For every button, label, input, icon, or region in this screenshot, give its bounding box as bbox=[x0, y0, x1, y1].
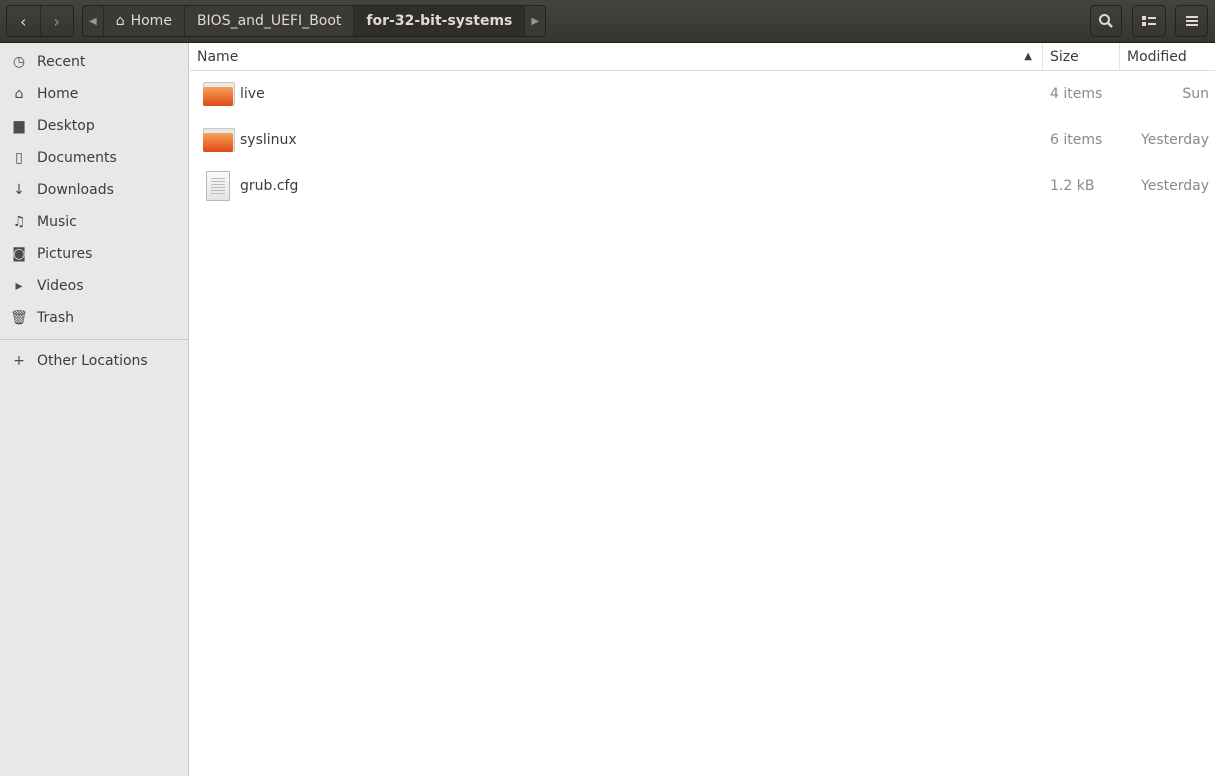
folder-icon: ▆ bbox=[13, 118, 25, 134]
document-icon: ▯ bbox=[15, 150, 23, 166]
search-icon bbox=[1099, 14, 1113, 28]
sidebar-item-desktop[interactable]: ▆ Desktop bbox=[0, 110, 188, 142]
column-name[interactable]: Name ▲ bbox=[190, 43, 1043, 70]
home-icon: ⌂ bbox=[14, 86, 24, 102]
sidebar-item-recent[interactable]: ◷ Recent bbox=[0, 46, 188, 78]
column-headers: Name ▲ Size Modified bbox=[190, 43, 1215, 71]
sidebar-item-trash[interactable]: 🗑 Trash bbox=[0, 302, 188, 334]
download-icon: ↓ bbox=[13, 182, 25, 198]
breadcrumb: ◀ ⌂ Home BIOS_and_UEFI_Boot for-32-bit-sy… bbox=[82, 5, 547, 37]
sidebar-divider bbox=[0, 339, 188, 340]
breadcrumb-bios-and-uefi-boot[interactable]: BIOS_and_UEFI_Boot bbox=[185, 6, 355, 36]
sidebar: ◷ Recent ⌂ Home ▆ Desktop ▯ Documents ↓ Downl… bbox=[0, 43, 189, 776]
video-icon: ▸ bbox=[15, 278, 23, 294]
column-size[interactable]: Size bbox=[1043, 43, 1120, 70]
camera-icon: ◙ bbox=[12, 246, 26, 262]
breadcrumb-scroll-right-button[interactable]: ▶ bbox=[525, 6, 545, 36]
sidebar-item-music[interactable]: ♫ Music bbox=[0, 206, 188, 238]
file-row-live[interactable]: live 4 items Sun bbox=[190, 71, 1215, 117]
sidebar-item-other-locations[interactable]: + Other Locations bbox=[0, 345, 188, 377]
clock-icon: ◷ bbox=[12, 54, 26, 70]
sort-ascending-icon: ▲ bbox=[1024, 51, 1032, 62]
menu-button[interactable] bbox=[1175, 5, 1208, 37]
list-view-icon bbox=[1142, 16, 1156, 26]
music-icon: ♫ bbox=[12, 214, 26, 230]
back-button[interactable]: ‹ bbox=[7, 6, 40, 36]
breadcrumb-home[interactable]: ⌂ Home bbox=[104, 6, 185, 36]
sidebar-item-downloads[interactable]: ↓ Downloads bbox=[0, 174, 188, 206]
file-row-grub-cfg[interactable]: grub.cfg 1.2 kB Yesterday bbox=[190, 163, 1215, 209]
view-toggle-button[interactable] bbox=[1132, 5, 1166, 37]
file-row-syslinux[interactable]: syslinux 6 items Yesterday bbox=[190, 117, 1215, 163]
sidebar-item-home[interactable]: ⌂ Home bbox=[0, 78, 188, 110]
column-modified[interactable]: Modified bbox=[1120, 43, 1215, 70]
home-icon: ⌂ bbox=[115, 13, 125, 29]
navigation-buttons: ‹ › bbox=[6, 5, 74, 37]
search-button[interactable] bbox=[1090, 5, 1122, 37]
plus-icon: + bbox=[13, 353, 25, 369]
header-bar: ‹ › ◀ ⌂ Home BIOS_and_UEFI_Boot for-32-bi… bbox=[0, 0, 1215, 43]
breadcrumb-current[interactable]: for-32-bit-systems bbox=[354, 6, 526, 36]
sidebar-item-pictures[interactable]: ◙ Pictures bbox=[0, 238, 188, 270]
sidebar-item-videos[interactable]: ▸ Videos bbox=[0, 270, 188, 302]
sidebar-item-documents[interactable]: ▯ Documents bbox=[0, 142, 188, 174]
folder-icon bbox=[203, 82, 235, 106]
folder-icon bbox=[203, 128, 235, 152]
hamburger-icon bbox=[1185, 16, 1198, 26]
text-file-icon bbox=[206, 171, 230, 201]
breadcrumb-scroll-left-button[interactable]: ◀ bbox=[83, 6, 104, 36]
forward-button[interactable]: › bbox=[39, 6, 74, 36]
trash-icon: 🗑 bbox=[10, 310, 28, 326]
